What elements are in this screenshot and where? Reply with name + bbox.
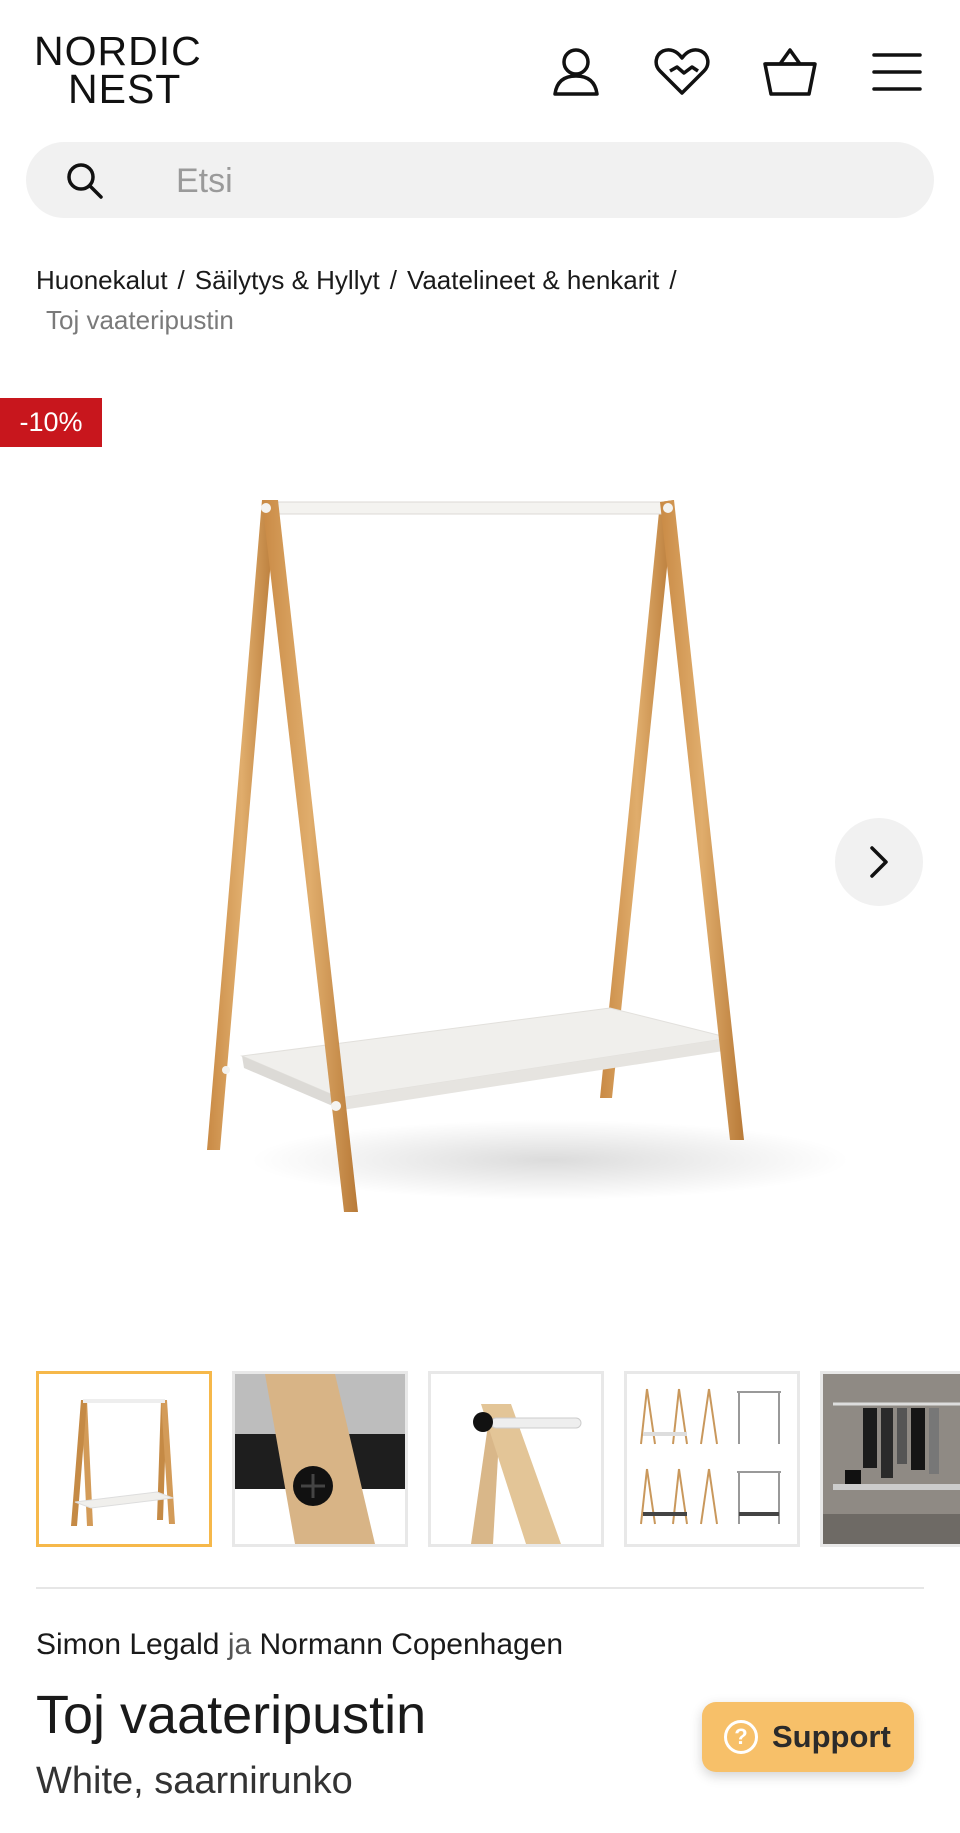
search-input[interactable] bbox=[174, 156, 878, 206]
breadcrumb-link-storage[interactable]: Säilytys & Hyllyt bbox=[195, 265, 380, 295]
support-button[interactable]: ? Support bbox=[702, 1702, 914, 1772]
thumbnail-5[interactable] bbox=[820, 1371, 960, 1547]
help-icon: ? bbox=[724, 1720, 758, 1754]
basket-icon[interactable] bbox=[758, 40, 822, 104]
breadcrumb-separator: / bbox=[389, 265, 397, 295]
thumbnail-2[interactable] bbox=[232, 1371, 408, 1547]
designer-joiner: ja bbox=[227, 1628, 252, 1661]
product-image[interactable] bbox=[160, 470, 920, 1340]
nordic-nest-logo[interactable]: NORDIC NEST bbox=[34, 28, 214, 112]
breadcrumb: Huonekalut / Säilytys & Hyllyt / Vaatelineet… bbox=[36, 260, 936, 340]
logo-line-2: NEST bbox=[68, 66, 182, 112]
chevron-right-icon bbox=[870, 846, 888, 878]
search-icon[interactable] bbox=[64, 160, 104, 200]
breadcrumb-link-furniture[interactable]: Huonekalut bbox=[36, 265, 168, 295]
breadcrumb-current: Toj vaateripustin bbox=[46, 305, 234, 335]
site-header: NORDIC NEST bbox=[0, 0, 960, 130]
menu-icon[interactable] bbox=[865, 40, 929, 104]
designer-link[interactable]: Simon Legald bbox=[36, 1628, 219, 1661]
wishlist-icon[interactable] bbox=[650, 40, 714, 104]
thumbnail-4[interactable] bbox=[624, 1371, 800, 1547]
thumbnail-strip bbox=[36, 1371, 960, 1551]
thumbnail-1[interactable] bbox=[36, 1371, 212, 1547]
search-bar[interactable] bbox=[26, 142, 934, 218]
thumbnail-3[interactable] bbox=[428, 1371, 604, 1547]
support-label: Support bbox=[772, 1719, 891, 1754]
divider bbox=[36, 1587, 924, 1589]
next-image-button[interactable] bbox=[835, 818, 923, 906]
product-variant: White, saarnirunko bbox=[36, 1760, 353, 1802]
account-icon[interactable] bbox=[544, 40, 608, 104]
breadcrumb-separator: / bbox=[669, 265, 677, 295]
brand-link[interactable]: Normann Copenhagen bbox=[260, 1628, 564, 1661]
discount-badge: -10% bbox=[0, 398, 102, 447]
logo-line-1: NORDIC bbox=[34, 28, 202, 74]
breadcrumb-separator: / bbox=[177, 265, 185, 295]
product-title: Toj vaateripustin bbox=[36, 1685, 427, 1745]
designer-line: Simon Legald ja Normann Copenhagen bbox=[36, 1628, 563, 1662]
breadcrumb-link-clothes-racks[interactable]: Vaatelineet & henkarit bbox=[407, 265, 659, 295]
